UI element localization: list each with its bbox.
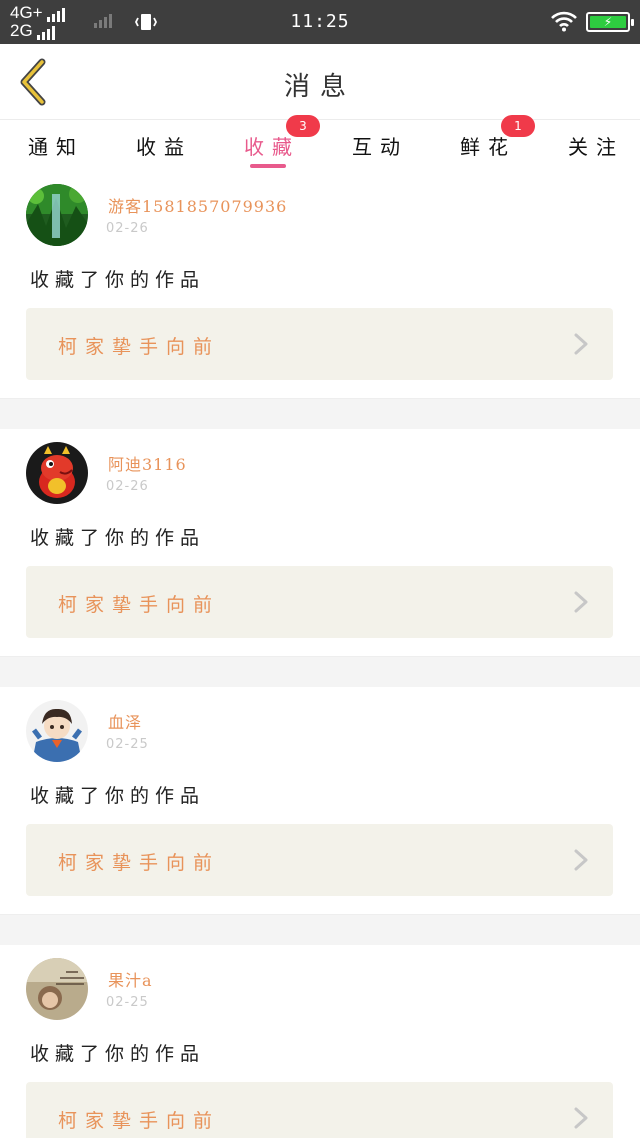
username-link[interactable]: 阿迪3116 (108, 451, 187, 475)
notification-list: 游客15818570799​36 02-26 收藏了你的作品 柯家挚手向前 阿迪… (0, 171, 640, 1138)
girl-photo-avatar-icon (26, 958, 88, 1020)
notification-date: 02-25 (106, 995, 149, 1010)
work-link[interactable]: 柯家挚手向前 (26, 308, 613, 380)
work-title: 柯家挚手向前 (58, 852, 221, 874)
unread-badge: 3 (286, 115, 320, 137)
page-title: 消息 (283, 72, 356, 102)
username-link[interactable]: 血泽 (108, 709, 142, 733)
tab-bar: 通知 收益 收藏 3 互动 鲜花 1 关注 (0, 115, 640, 171)
list-item: 游客15818570799​36 02-26 收藏了你的作品 柯家挚手向前 (0, 171, 640, 398)
list-item: 阿迪3116 02-26 收藏了你的作品 柯家挚手向前 (0, 429, 640, 656)
tab-interactions[interactable]: 互动 (352, 121, 432, 171)
status-bar: 4G+ 2G 11:25 ⚡ (0, 0, 640, 44)
user-avatar[interactable] (26, 184, 88, 246)
forest-avatar-icon (26, 184, 88, 246)
notification-text: 收藏了你的作品 (30, 785, 206, 807)
username-link[interactable]: 果汁a (108, 967, 153, 991)
tab-label: 通知 (28, 135, 84, 159)
wifi-icon (551, 11, 577, 32)
section-divider (0, 656, 640, 687)
chevron-right-icon (574, 1107, 588, 1129)
red-dragon-avatar-icon (26, 442, 88, 504)
chevron-right-icon (574, 591, 588, 613)
list-item: 血泽 02-25 收藏了你的作品 柯家挚手向前 (0, 687, 640, 914)
notification-date: 02-26 (106, 221, 149, 236)
anime-boy-avatar-icon (26, 700, 88, 762)
tab-favorites[interactable]: 收藏 3 (244, 115, 324, 171)
chevron-right-icon (574, 333, 588, 355)
section-divider (0, 398, 640, 429)
tab-earnings[interactable]: 收益 (136, 121, 216, 171)
tab-label: 关注 (568, 135, 624, 159)
work-link[interactable]: 柯家挚手向前 (26, 566, 613, 638)
work-title: 柯家挚手向前 (58, 594, 221, 616)
tab-label: 收益 (136, 135, 192, 159)
notification-date: 02-25 (106, 737, 149, 752)
unread-badge: 1 (501, 115, 535, 137)
tab-notifications[interactable]: 通知 (28, 121, 108, 171)
chevron-right-icon (574, 849, 588, 871)
notification-text: 收藏了你的作品 (30, 269, 206, 291)
user-avatar[interactable] (26, 700, 88, 762)
battery-charging-icon: ⚡ (586, 12, 634, 32)
user-avatar[interactable] (26, 958, 88, 1020)
clock: 11:25 (290, 11, 350, 32)
list-item: 果汁a 02-25 收藏了你的作品 柯家挚手向前 (0, 945, 640, 1138)
active-tab-indicator (250, 164, 286, 168)
notification-date: 02-26 (106, 479, 149, 494)
work-link[interactable]: 柯家挚手向前 (26, 824, 613, 896)
user-avatar[interactable] (26, 442, 88, 504)
notification-text: 收藏了你的作品 (30, 1043, 206, 1065)
tab-flowers[interactable]: 鲜花 1 (460, 115, 540, 171)
work-link[interactable]: 柯家挚手向前 (26, 1082, 613, 1138)
notification-text: 收藏了你的作品 (30, 527, 206, 549)
section-divider (0, 914, 640, 945)
nav-header: 消息 (0, 44, 640, 120)
work-title: 柯家挚手向前 (58, 1110, 221, 1132)
username-link[interactable]: 游客15818570799​36 (108, 193, 287, 217)
tab-following[interactable]: 关注 (568, 121, 634, 171)
work-title: 柯家挚手向前 (58, 336, 221, 358)
tab-label: 互动 (352, 135, 408, 159)
